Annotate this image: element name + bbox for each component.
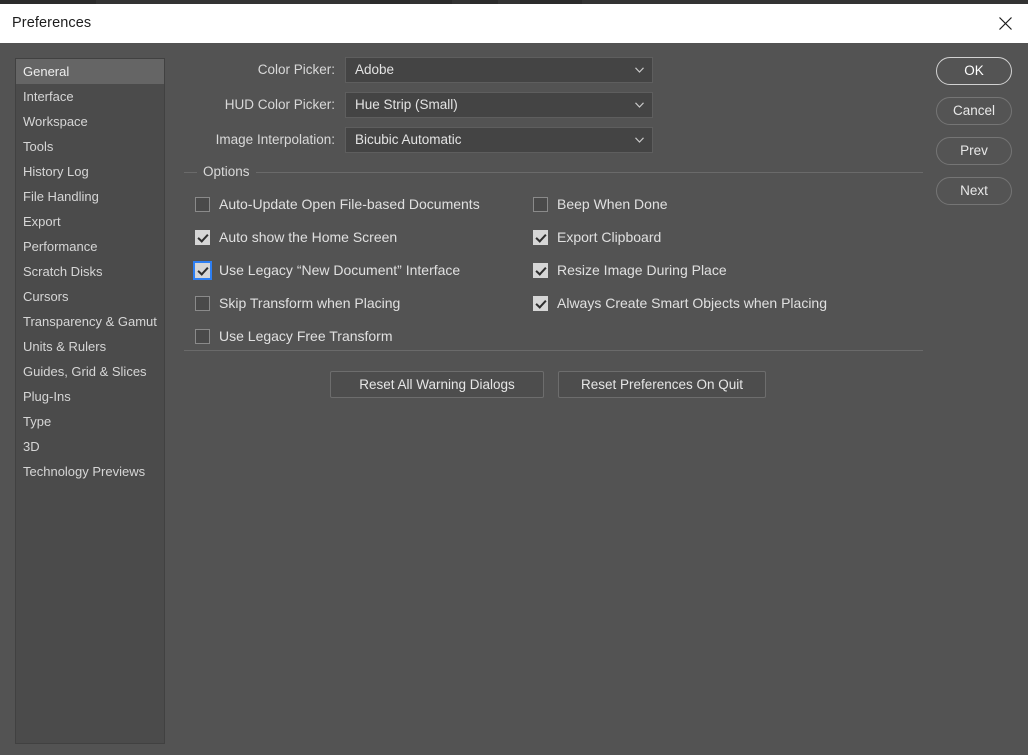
checkbox-label: Export Clipboard <box>557 224 661 251</box>
checkbox-always-create-smart-objects-when-placing[interactable]: Always Create Smart Objects when Placing <box>528 290 908 323</box>
checkbox-box <box>195 263 210 278</box>
checkbox-resize-image-during-place[interactable]: Resize Image During Place <box>528 257 908 290</box>
sidebar-item-units-rulers[interactable]: Units & Rulers <box>16 334 164 359</box>
checkbox-box <box>533 197 548 212</box>
checkbox-label: Beep When Done <box>557 191 668 218</box>
color-picker-value: Adobe <box>355 58 394 82</box>
sidebar-item-label: History Log <box>23 164 89 179</box>
sidebar-item-export[interactable]: Export <box>16 209 164 234</box>
checkbox-box <box>533 230 548 245</box>
checkbox-use-legacy-new-document-interface[interactable]: Use Legacy “New Document” Interface <box>190 257 530 290</box>
sidebar-item-label: Plug-Ins <box>23 389 71 404</box>
sidebar-item-file-handling[interactable]: File Handling <box>16 184 164 209</box>
sidebar-item-tools[interactable]: Tools <box>16 134 164 159</box>
checkbox-auto-show-the-home-screen[interactable]: Auto show the Home Screen <box>190 224 530 257</box>
ok-button[interactable]: OK <box>936 57 1012 85</box>
sidebar-item-guides-grid-slices[interactable]: Guides, Grid & Slices <box>16 359 164 384</box>
image-interpolation-row: Image Interpolation: Bicubic Automatic <box>178 127 658 153</box>
image-interpolation-value: Bicubic Automatic <box>355 128 462 152</box>
checkbox-box <box>533 263 548 278</box>
settings-pane: Color Picker: Adobe HUD Color Picker: Hu… <box>178 43 923 755</box>
options-right-column: Beep When Done Export Clipboard Resize I… <box>528 191 908 323</box>
color-picker-row: Color Picker: Adobe <box>178 57 658 83</box>
options-group-legend: Options <box>197 164 256 179</box>
color-picker-label: Color Picker: <box>178 57 335 83</box>
sidebar-item-label: Cursors <box>23 289 69 304</box>
sidebar-item-technology-previews[interactable]: Technology Previews <box>16 459 164 484</box>
checkbox-label: Use Legacy Free Transform <box>219 323 393 350</box>
sidebar-item-performance[interactable]: Performance <box>16 234 164 259</box>
dialog-titlebar: Preferences <box>0 4 1028 44</box>
hud-color-picker-select[interactable]: Hue Strip (Small) <box>345 92 653 118</box>
sidebar-item-label: Interface <box>23 89 74 104</box>
close-button[interactable] <box>982 4 1028 43</box>
color-picker-select[interactable]: Adobe <box>345 57 653 83</box>
sidebar-item-label: Units & Rulers <box>23 339 106 354</box>
hud-color-picker-row: HUD Color Picker: Hue Strip (Small) <box>178 92 658 118</box>
chevron-down-icon <box>635 102 644 108</box>
chevron-down-icon <box>635 67 644 73</box>
sidebar-item-label: 3D <box>23 439 40 454</box>
dialog-title: Preferences <box>12 15 91 31</box>
sidebar-item-label: General <box>23 64 69 79</box>
checkbox-export-clipboard[interactable]: Export Clipboard <box>528 224 908 257</box>
sidebar-item-general[interactable]: General <box>16 59 164 84</box>
sidebar-item-label: Type <box>23 414 51 429</box>
options-group: Options Auto-Update Open File-based Docu… <box>184 161 923 351</box>
checkbox-box <box>533 296 548 311</box>
checkbox-beep-when-done[interactable]: Beep When Done <box>528 191 908 224</box>
close-icon <box>998 16 1013 31</box>
checkbox-label: Always Create Smart Objects when Placing <box>557 290 827 317</box>
reset-all-warning-dialogs-button[interactable]: Reset All Warning Dialogs <box>330 371 544 398</box>
checkbox-use-legacy-free-transform[interactable]: Use Legacy Free Transform <box>190 323 530 356</box>
checkbox-label: Skip Transform when Placing <box>219 290 400 317</box>
reset-preferences-on-quit-button[interactable]: Reset Preferences On Quit <box>558 371 766 398</box>
hud-color-picker-label: HUD Color Picker: <box>178 92 335 118</box>
checkbox-label: Auto-Update Open File-based Documents <box>219 191 480 218</box>
checkbox-label: Resize Image During Place <box>557 257 727 284</box>
prev-button[interactable]: Prev <box>936 137 1012 165</box>
checkbox-auto-update-open-file-based-documents[interactable]: Auto-Update Open File-based Documents <box>190 191 530 224</box>
sidebar-item-interface[interactable]: Interface <box>16 84 164 109</box>
cancel-button[interactable]: Cancel <box>936 97 1012 125</box>
sidebar-item-label: Tools <box>23 139 53 154</box>
sidebar-item-label: Guides, Grid & Slices <box>23 364 147 379</box>
category-list[interactable]: General Interface Workspace Tools Histor… <box>15 58 165 744</box>
image-interpolation-label: Image Interpolation: <box>178 127 335 153</box>
checkbox-label: Use Legacy “New Document” Interface <box>219 257 460 284</box>
checkbox-skip-transform-when-placing[interactable]: Skip Transform when Placing <box>190 290 530 323</box>
sidebar-item-label: Export <box>23 214 61 229</box>
sidebar-item-transparency-gamut[interactable]: Transparency & Gamut <box>16 309 164 334</box>
options-left-column: Auto-Update Open File-based Documents Au… <box>190 191 530 356</box>
checkbox-box <box>195 197 210 212</box>
image-interpolation-select[interactable]: Bicubic Automatic <box>345 127 653 153</box>
action-button-group: OK Cancel Prev Next <box>936 57 1012 217</box>
sidebar-item-workspace[interactable]: Workspace <box>16 109 164 134</box>
sidebar-item-cursors[interactable]: Cursors <box>16 284 164 309</box>
sidebar-item-3d[interactable]: 3D <box>16 434 164 459</box>
sidebar-item-history-log[interactable]: History Log <box>16 159 164 184</box>
sidebar-item-label: Transparency & Gamut <box>23 314 157 329</box>
sidebar-item-scratch-disks[interactable]: Scratch Disks <box>16 259 164 284</box>
chevron-down-icon <box>635 137 644 143</box>
next-button[interactable]: Next <box>936 177 1012 205</box>
sidebar-item-label: File Handling <box>23 189 99 204</box>
reset-button-row: Reset All Warning Dialogs Reset Preferen… <box>178 371 923 398</box>
group-divider-top <box>184 172 923 173</box>
checkbox-box <box>195 329 210 344</box>
hud-color-picker-value: Hue Strip (Small) <box>355 93 458 117</box>
sidebar-item-label: Workspace <box>23 114 88 129</box>
checkbox-box <box>195 230 210 245</box>
sidebar-item-label: Scratch Disks <box>23 264 102 279</box>
checkbox-label: Auto show the Home Screen <box>219 224 397 251</box>
sidebar-item-label: Performance <box>23 239 97 254</box>
sidebar-item-label: Technology Previews <box>23 464 145 479</box>
sidebar-item-plug-ins[interactable]: Plug-Ins <box>16 384 164 409</box>
dialog-body: General Interface Workspace Tools Histor… <box>0 43 1028 755</box>
checkbox-box <box>195 296 210 311</box>
preferences-dialog: Preferences General Interface Workspace … <box>0 4 1028 755</box>
sidebar-item-type[interactable]: Type <box>16 409 164 434</box>
group-divider-bottom <box>184 350 923 351</box>
